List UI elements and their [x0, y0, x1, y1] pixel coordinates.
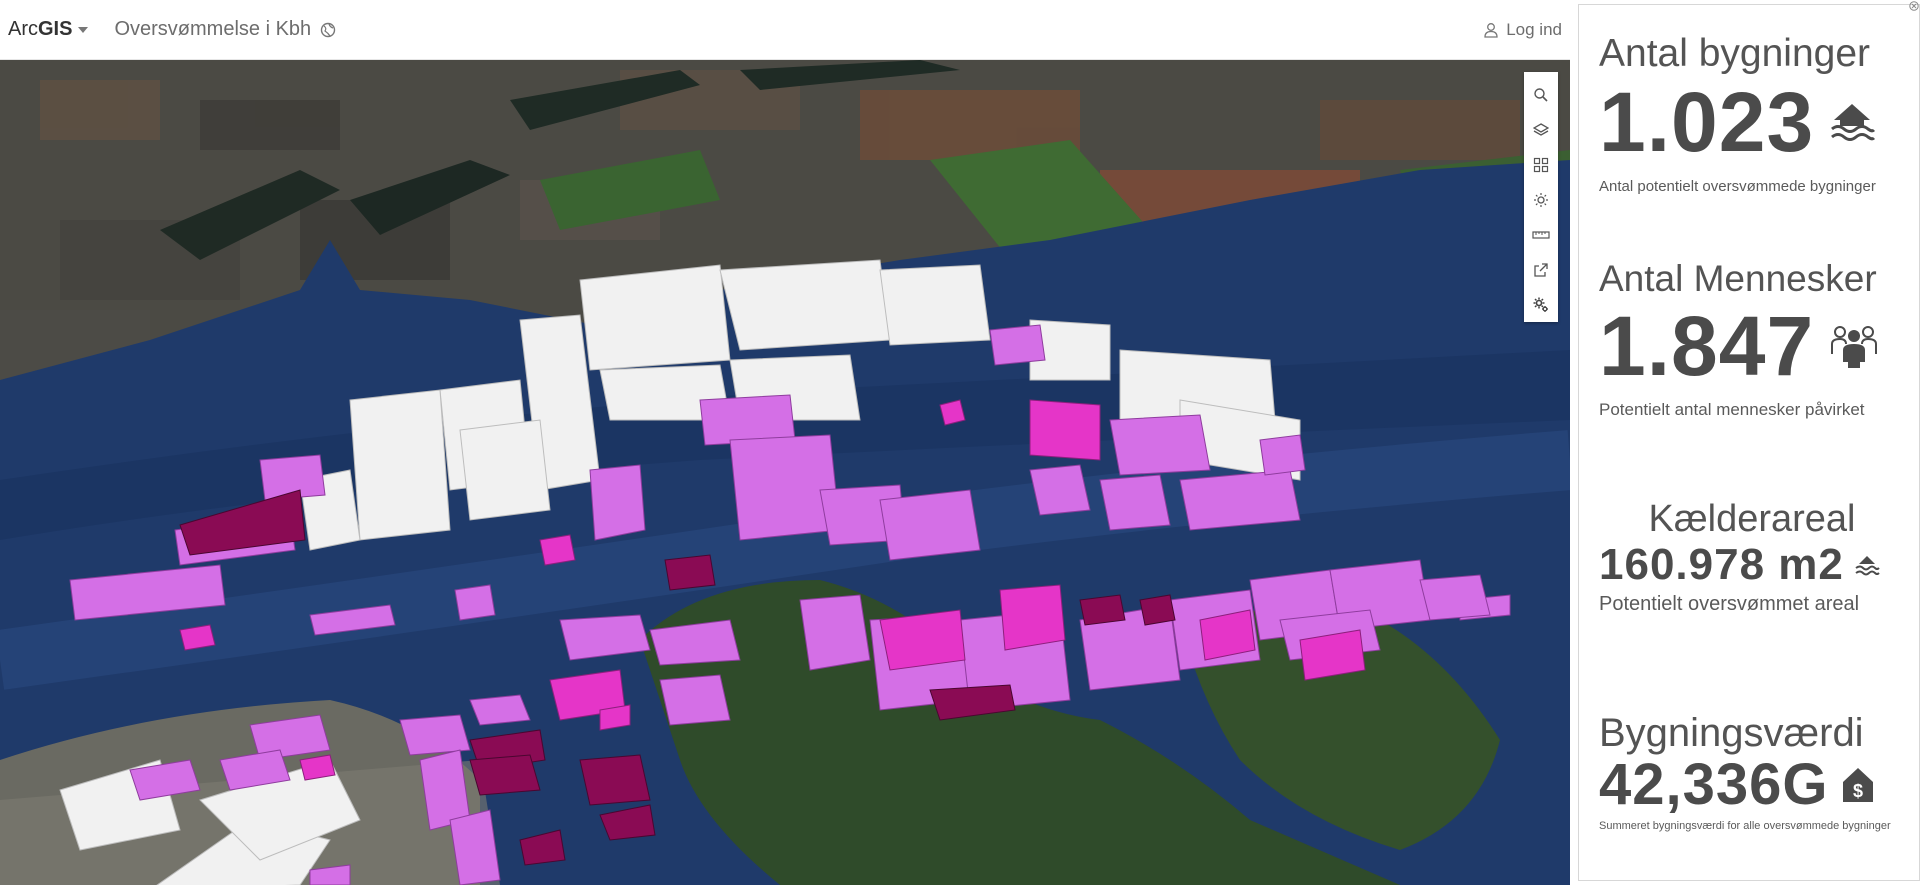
indicator-value: 160.978 m2 — [1599, 539, 1844, 589]
indicator-title: Antal bygninger — [1599, 32, 1871, 75]
basemap-gallery-button[interactable] — [1524, 148, 1558, 183]
daylight-icon — [1534, 193, 1548, 207]
share-icon — [1534, 263, 1548, 277]
indicator-value-row: 1.847 — [1599, 300, 1920, 388]
scene-title: Oversvømmelse i Kbh — [114, 18, 336, 41]
layers-icon — [1533, 123, 1549, 137]
share-button[interactable] — [1524, 252, 1558, 287]
indicator-building-value: Bygningsværdi 42,336G $ Summeret bygning… — [1579, 711, 1920, 832]
search-icon — [1534, 88, 1548, 102]
indicator-value: 1.847 — [1599, 298, 1815, 393]
basemap-gallery-icon — [1533, 158, 1549, 173]
indicator-caption: Antal potentielt oversvømmede bygninger — [1599, 177, 1876, 195]
indicator-title: Bygningsværdi — [1599, 711, 1864, 755]
map-3d-view[interactable] — [0, 60, 1570, 885]
settings-icon — [1533, 297, 1548, 312]
indicator-value: 1.023 — [1599, 74, 1815, 169]
flood-map-graphic — [0, 60, 1570, 885]
indicator-caption: Summeret bygningsværdi for alle oversvøm… — [1599, 819, 1891, 832]
scene-title-text: Oversvømmelse i Kbh — [114, 18, 312, 40]
map-toolbar — [1524, 72, 1558, 322]
svg-text:$: $ — [1853, 781, 1863, 801]
settings-button[interactable] — [1524, 287, 1558, 322]
indicator-basement-area: Kælderareal 160.978 m2 Potentielt oversv… — [1579, 498, 1920, 616]
user-icon — [1484, 22, 1498, 38]
flooded-house-icon — [1828, 96, 1876, 144]
brand-regular: Arc — [8, 18, 38, 40]
indicator-value-row: 160.978 m2 — [1599, 539, 1920, 589]
people-icon — [1828, 318, 1880, 370]
flood-waves-icon — [1854, 552, 1880, 578]
login-button[interactable]: Log ind — [1484, 20, 1562, 40]
header-bar: Arc GIS Oversvømmelse i Kbh Log ind — [0, 0, 1570, 60]
indicator-value-row: 1.023 — [1599, 76, 1920, 164]
indicator-caption: Potentielt antal mennesker påvirket — [1599, 399, 1865, 419]
globe-icon[interactable] — [320, 22, 336, 38]
indicator-people: Antal Mennesker 1.847 Potentielt antal m… — [1579, 258, 1920, 420]
scene-viewer: Arc GIS Oversvømmelse i Kbh Log ind — [0, 0, 1570, 885]
indicator-title: Antal Mennesker — [1599, 258, 1877, 299]
measure-button[interactable] — [1524, 217, 1558, 252]
login-label: Log ind — [1506, 19, 1562, 39]
indicator-caption: Potentielt oversvømmet areal — [1599, 593, 1860, 616]
layers-button[interactable] — [1524, 113, 1558, 148]
building-value-icon: $ — [1841, 766, 1875, 804]
indicator-title: Kælderareal — [1648, 498, 1856, 540]
arcgis-menu-button[interactable]: Arc GIS — [8, 18, 89, 41]
indicator-value-row: 42,336G $ — [1599, 752, 1920, 817]
indicator-buildings: Antal bygninger 1.023 Antal potentielt o… — [1579, 32, 1920, 195]
indicator-panel: Antal bygninger 1.023 Antal potentielt o… — [1578, 4, 1920, 881]
measure-icon — [1532, 231, 1550, 239]
chevron-down-icon — [78, 26, 89, 33]
close-icon[interactable] — [1907, 0, 1920, 11]
daylight-button[interactable] — [1524, 183, 1558, 218]
brand-bold: GIS — [38, 18, 73, 40]
search-button[interactable] — [1524, 78, 1558, 113]
indicator-value: 42,336G — [1599, 752, 1829, 817]
